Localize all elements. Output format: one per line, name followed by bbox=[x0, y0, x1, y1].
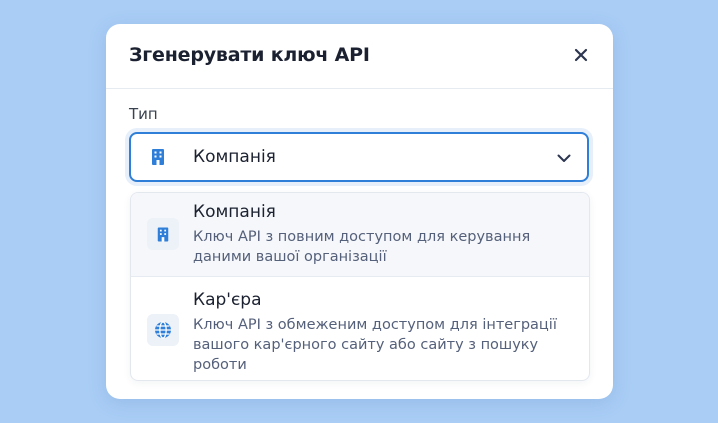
type-field-label: Тип bbox=[129, 105, 158, 123]
generate-api-key-dialog: Згенерувати ключ API Тип Компанія Компан… bbox=[106, 24, 613, 399]
option-description: Ключ API з повним доступом для керування… bbox=[193, 229, 531, 265]
option-title: Компанія bbox=[193, 202, 276, 222]
building-icon bbox=[147, 218, 179, 250]
option-title: Кар'єра bbox=[193, 290, 262, 310]
close-button[interactable] bbox=[571, 45, 591, 65]
type-dropdown-menu: Компанія Ключ API з повним доступом для … bbox=[130, 192, 590, 381]
type-select-value: Компанія bbox=[193, 147, 276, 167]
dialog-title: Згенерувати ключ API bbox=[129, 44, 370, 66]
option-company[interactable]: Компанія Ключ API з повним доступом для … bbox=[131, 193, 589, 277]
dialog-header: Згенерувати ключ API bbox=[106, 24, 613, 89]
close-icon bbox=[574, 48, 588, 62]
option-description: Ключ API з обмеженим доступом для інтегр… bbox=[193, 317, 557, 373]
chevron-down-icon bbox=[555, 149, 573, 167]
option-career[interactable]: Кар'єра Ключ API з обмеженим доступом дл… bbox=[131, 277, 589, 380]
type-select[interactable]: Компанія bbox=[129, 132, 589, 182]
globe-icon bbox=[147, 314, 179, 346]
building-icon bbox=[145, 144, 171, 170]
